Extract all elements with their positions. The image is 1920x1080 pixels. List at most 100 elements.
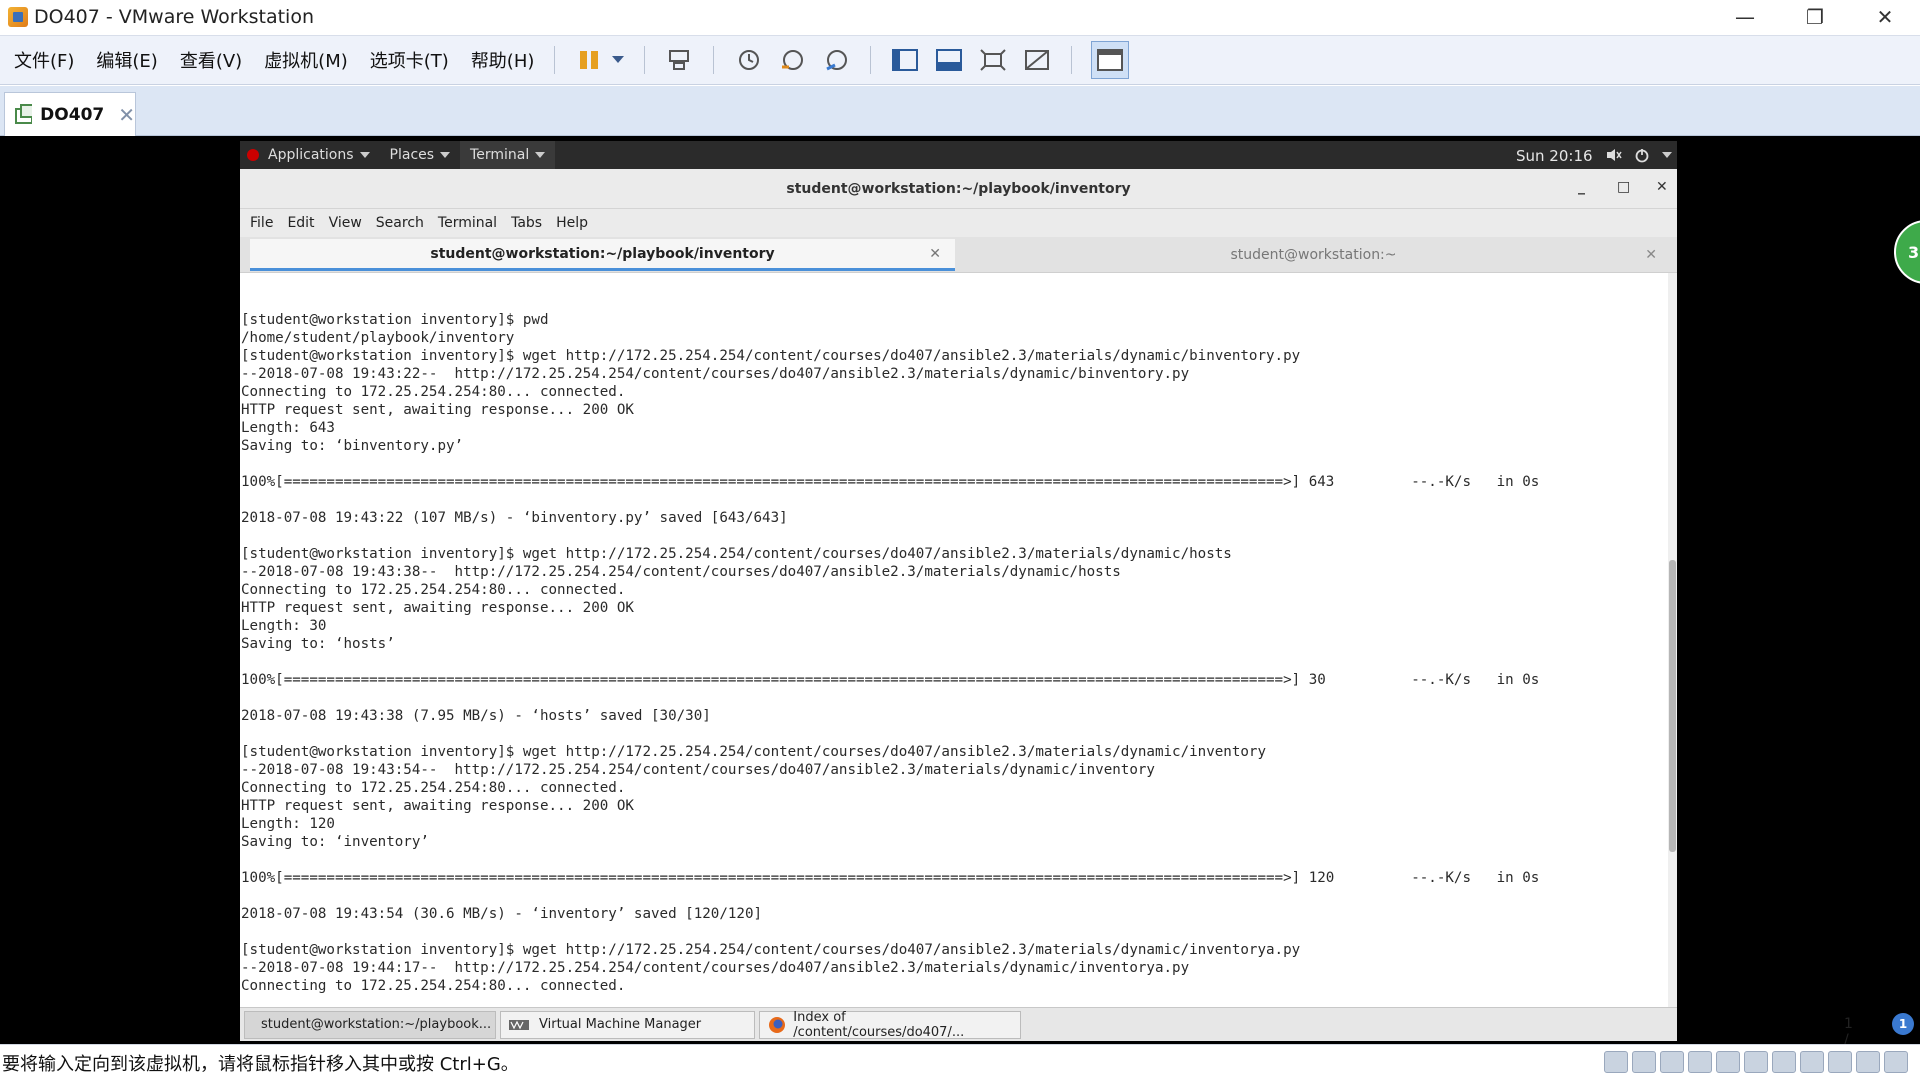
menu-vm[interactable]: 虚拟机(M) (256, 47, 356, 73)
power-icon[interactable] (1634, 147, 1650, 163)
terminal-line: 100%[===================================… (241, 870, 1540, 886)
fullscreen-toggle-icon[interactable] (1884, 1051, 1908, 1073)
terminal-menu-search[interactable]: Search (376, 215, 424, 231)
terminal-line: Length: 643 (241, 420, 335, 436)
taskbar-item-label: Virtual Machine Manager (539, 1017, 702, 1032)
cd-dvd-icon[interactable] (1632, 1051, 1656, 1073)
terminal-menu-file[interactable]: File (250, 215, 273, 231)
vm-tab-icon (15, 103, 33, 124)
library-view-icon[interactable] (890, 45, 920, 75)
terminal-tab-label: student@workstation:~/playbook/inventory (430, 245, 775, 262)
taskbar-item-virt-manager[interactable]: Virtual Machine Manager (500, 1010, 755, 1039)
notification-badge[interactable]: 1 (1892, 1013, 1914, 1035)
power-dropdown-icon[interactable] (611, 45, 625, 75)
usb-device-icon[interactable] (1800, 1051, 1824, 1073)
applications-menu[interactable]: Applications (240, 147, 380, 163)
menu-help[interactable]: 帮助(H) (463, 47, 543, 73)
terminal-line: Saving to: ‘binventory.py’ (241, 438, 464, 454)
terminal-line: Saving to: ‘hosts’ (241, 636, 395, 652)
vmware-app-icon (8, 7, 28, 27)
chevron-down-icon (359, 152, 370, 158)
device-status-icons (1604, 1051, 1908, 1073)
terminal-line: 2018-07-08 19:43:54 (30.6 MB/s) - ‘inven… (241, 906, 763, 922)
usb-device-icon[interactable] (1772, 1051, 1796, 1073)
thumbnail-bar-icon[interactable] (934, 45, 964, 75)
terminal-minimize-button[interactable]: _ (1578, 179, 1585, 195)
toolbar-separator (713, 46, 715, 74)
terminal-menu-tabs[interactable]: Tabs (511, 215, 542, 231)
terminal-line: --2018-07-08 19:43:22-- http://172.25.25… (241, 366, 1190, 382)
menu-view[interactable]: 查看(V) (172, 47, 250, 73)
menu-tabs[interactable]: 选项卡(T) (362, 47, 457, 73)
terminal-line: Connecting to 172.25.254.254:80... conne… (241, 780, 626, 796)
close-button[interactable]: ✕ (1850, 0, 1920, 34)
minimize-button[interactable]: — (1710, 0, 1780, 34)
menu-file[interactable]: 文件(F) (6, 47, 82, 73)
terminal-line: HTTP request sent, awaiting response... … (241, 402, 634, 418)
terminal-menu-view[interactable]: View (329, 215, 362, 231)
printer-icon[interactable] (1716, 1051, 1740, 1073)
close-tab-icon[interactable]: ✕ (929, 246, 941, 262)
terminal-line: /home/student/playbook/inventory (241, 330, 515, 346)
pause-icon[interactable] (574, 45, 604, 75)
network-adapter-icon[interactable] (1660, 1051, 1684, 1073)
send-ctrl-alt-del-icon[interactable] (664, 45, 694, 75)
firefox-icon (769, 1016, 785, 1033)
redhat-logo-icon (247, 149, 259, 161)
restore-button[interactable]: ❐ (1780, 0, 1850, 34)
terminal-app-label: Terminal (470, 147, 530, 163)
close-tab-icon[interactable]: ✕ (118, 103, 135, 127)
window-title: DO407 - VMware Workstation (34, 6, 314, 28)
hard-disk-icon[interactable] (1604, 1051, 1628, 1073)
message-icon[interactable] (1856, 1051, 1880, 1073)
snapshot-manager-icon[interactable] (821, 45, 851, 75)
guest-taskbar: student@workstation:~/playbook... Virtua… (240, 1007, 1914, 1064)
status-hint-text: 要将输入定向到该虚拟机，请将鼠标指针移入其中或按 Ctrl+G。 (2, 1053, 519, 1075)
terminal-line: [student@workstation inventory]$ wget ht… (241, 546, 1232, 562)
terminal-line: Length: 120 (241, 816, 335, 832)
terminal-tab-label: student@workstation:~ (1230, 247, 1397, 263)
console-view-icon[interactable] (1091, 41, 1130, 79)
places-menu[interactable]: Places (380, 147, 461, 163)
vmware-menubar: 文件(F) 编辑(E) 查看(V) 虚拟机(M) 选项卡(T) 帮助(H) (0, 35, 1920, 85)
terminal-menu-terminal[interactable]: Terminal (438, 215, 497, 231)
scrollbar-thumb[interactable] (1669, 560, 1676, 852)
taskbar-item-label: Index of /content/courses/do407/... (793, 1009, 965, 1040)
sound-card-icon[interactable] (1744, 1051, 1768, 1073)
snapshot-icon[interactable] (733, 45, 763, 75)
terminal-app-menu[interactable]: Terminal (460, 141, 556, 169)
unity-mode-icon[interactable] (1022, 45, 1052, 75)
terminal-tab-inactive[interactable]: student@workstation:~ ✕ (956, 239, 1671, 271)
taskbar-item-terminal[interactable]: student@workstation:~/playbook... (244, 1010, 496, 1039)
volume-icon[interactable] (1606, 148, 1622, 162)
terminal-menu-help[interactable]: Help (556, 215, 588, 231)
terminal-line: HTTP request sent, awaiting response... … (241, 600, 634, 616)
vm-tab-label: DO407 (40, 104, 105, 125)
revert-snapshot-icon[interactable] (777, 45, 807, 75)
terminal-tab-active[interactable]: student@workstation:~/playbook/inventory… (250, 239, 955, 271)
full-screen-icon[interactable] (978, 45, 1008, 75)
terminal-close-button[interactable]: ✕ (1656, 179, 1668, 195)
terminal-menu-edit[interactable]: Edit (287, 215, 314, 231)
system-menu-chevron-icon[interactable] (1662, 152, 1672, 158)
display-icon[interactable] (1828, 1051, 1852, 1073)
menu-edit[interactable]: 编辑(E) (88, 47, 165, 73)
terminal-line: [student@workstation inventory]$ wget ht… (241, 348, 1301, 364)
network-adapter-icon[interactable] (1688, 1051, 1712, 1073)
terminal-maximize-button[interactable]: □ (1617, 179, 1630, 195)
close-tab-icon[interactable]: ✕ (1645, 247, 1657, 263)
terminal-lines: [student@workstation inventory]$ pwd/hom… (240, 273, 1668, 995)
terminal-output[interactable]: [student@workstation inventory]$ pwd/hom… (240, 273, 1668, 1007)
clock[interactable]: Sun 20:16 (1516, 147, 1593, 165)
vm-tab[interactable]: DO407 ✕ (4, 92, 136, 136)
toolbar-separator (644, 46, 646, 74)
terminal-line: --2018-07-08 19:43:38-- http://172.25.25… (241, 564, 1121, 580)
taskbar-item-firefox[interactable]: Index of /content/courses/do407/... (759, 1009, 1021, 1040)
terminal-line: Connecting to 172.25.254.254:80... conne… (241, 978, 626, 994)
